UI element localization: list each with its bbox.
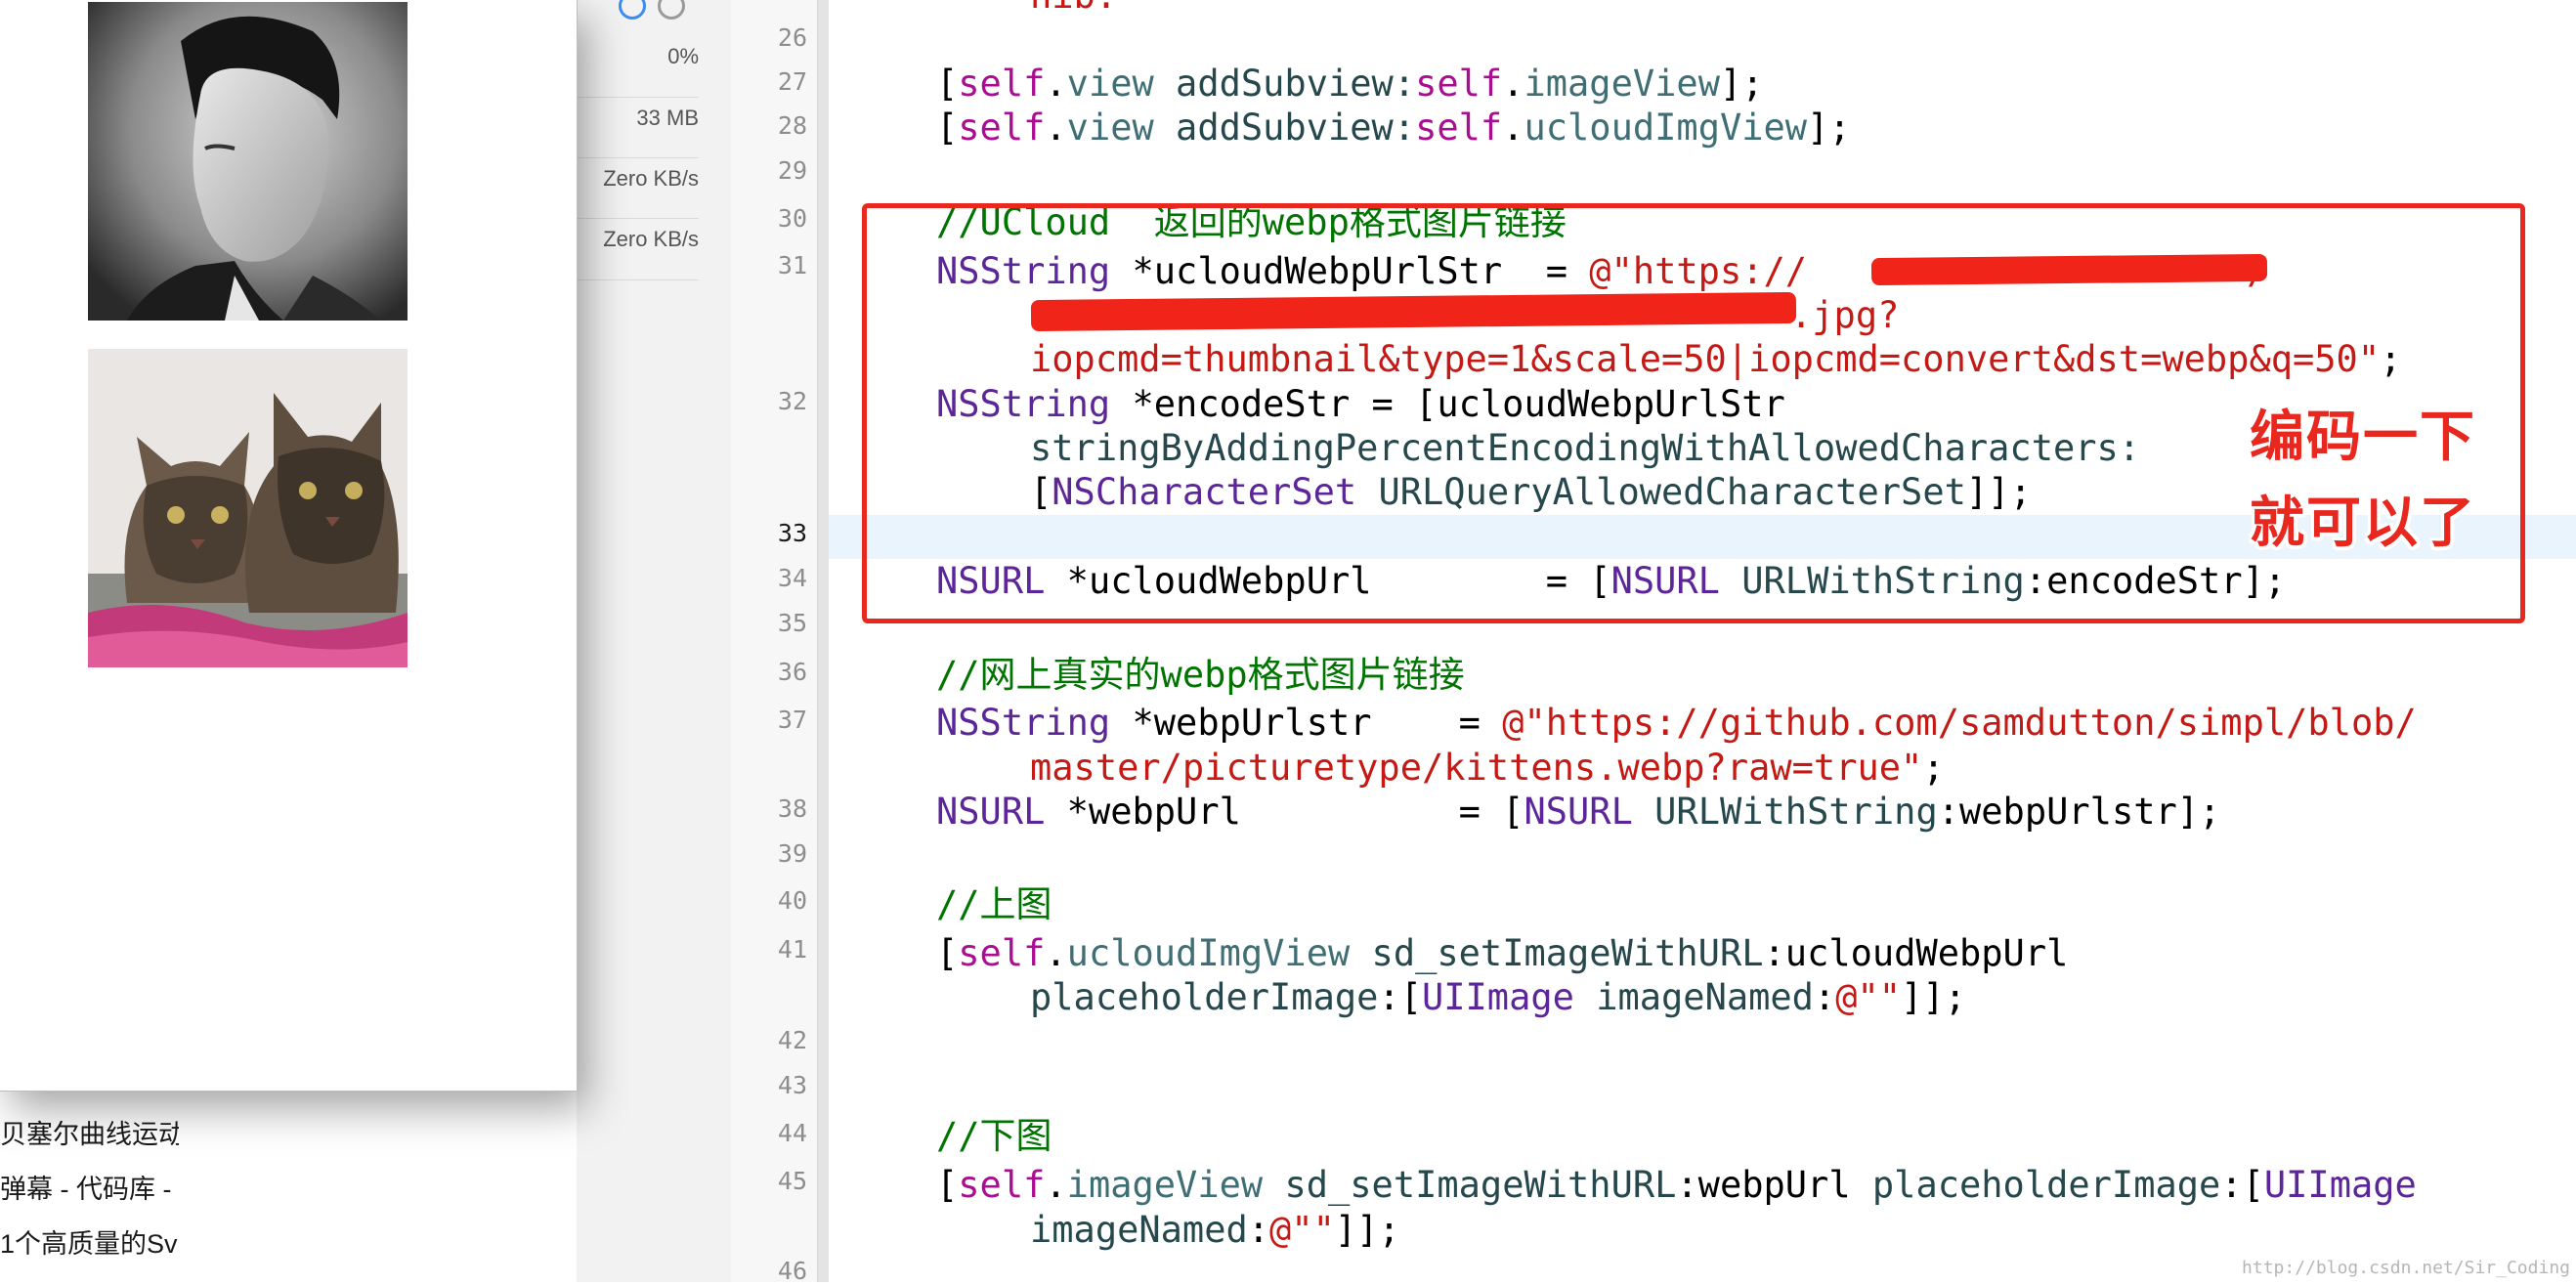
code-line-37[interactable]: NSString *webpUrlstr = @"https://github.… <box>936 702 2417 745</box>
history-item[interactable]: 1个高质量的Sv <box>0 1217 179 1271</box>
line-number: 27 <box>777 67 807 96</box>
line-number: 30 <box>777 204 807 233</box>
network-out-value[interactable]: Zero KB/s <box>577 227 699 252</box>
line-number: 43 <box>777 1071 807 1099</box>
cpu-value[interactable]: 0% <box>577 44 699 69</box>
memory-value[interactable]: 33 MB <box>577 106 699 131</box>
memory-gauge-icon[interactable] <box>658 0 685 20</box>
network-in-value[interactable]: Zero KB/s <box>577 166 699 192</box>
code-line-25[interactable]: nib. <box>1030 0 1117 18</box>
line-number: 28 <box>777 111 807 140</box>
redaction-mark <box>1870 253 2268 286</box>
line-number: 40 <box>777 886 807 915</box>
code-comment-40[interactable]: //上图 <box>936 883 1052 926</box>
code-editor[interactable]: nib. [self.view addSubview:self.imageVie… <box>829 0 2576 1282</box>
divider <box>577 157 699 158</box>
code-line-38[interactable]: NSURL *webpUrl = [NSURL URLWithString:we… <box>936 791 2220 834</box>
code-line-28[interactable]: [self.view addSubview:self.ucloudImgView… <box>936 107 1851 150</box>
code-line-27[interactable]: [self.view addSubview:self.imageView]; <box>936 63 1764 106</box>
line-number: 39 <box>777 839 807 868</box>
history-item[interactable]: 贝塞尔曲线运动 <box>0 1107 179 1162</box>
divider <box>577 218 699 219</box>
line-number: 45 <box>777 1167 807 1195</box>
line-number-gutter: 26 27 28 29 30 31 32 33 34 35 36 37 38 3… <box>731 0 817 1285</box>
line-number: 36 <box>777 658 807 686</box>
code-line-41[interactable]: [self.ucloudImgView sd_setImageWithURL:u… <box>936 932 2068 975</box>
line-number: 26 <box>777 23 807 52</box>
cpu-gauge-icon[interactable] <box>619 0 646 20</box>
divider <box>577 279 699 280</box>
simulator-window[interactable] <box>0 0 578 1092</box>
line-number: 31 <box>777 251 807 279</box>
code-line-37-wrap[interactable]: master/picturetype/kittens.webp?raw=true… <box>1030 747 1945 790</box>
code-comment-44[interactable]: //下图 <box>936 1115 1052 1158</box>
portrait-photo <box>88 2 408 321</box>
line-number: 34 <box>777 564 807 592</box>
line-number: 35 <box>777 609 807 637</box>
watermark: http://blog.csdn.net/Sir_Coding <box>2242 1258 2570 1278</box>
annotation-text: 就可以了 <box>2250 492 2476 555</box>
annotation-text: 编码一下 <box>2250 406 2476 469</box>
line-number: 42 <box>777 1026 807 1054</box>
history-item[interactable]: 弹幕 - 代码库 - <box>0 1162 179 1217</box>
debug-navigator: 0% 33 MB Zero KB/s Zero KB/s <box>577 0 732 1282</box>
line-number: 41 <box>777 935 807 964</box>
kittens-photo <box>88 349 408 667</box>
code-line-41-wrap[interactable]: placeholderImage:[UIImage imageNamed:@""… <box>1030 976 1966 1019</box>
line-number-current: 33 <box>777 519 807 547</box>
line-number: 32 <box>777 387 807 415</box>
code-line-45-wrap[interactable]: imageNamed:@""]]; <box>1030 1209 1400 1252</box>
line-number: 29 <box>777 156 807 185</box>
divider <box>577 97 699 98</box>
line-number: 37 <box>777 706 807 734</box>
code-comment-36[interactable]: //网上真实的webp格式图片链接 <box>936 654 1465 697</box>
code-line-45[interactable]: [self.imageView sd_setImageWithURL:webpU… <box>936 1164 2417 1207</box>
line-number: 38 <box>777 794 807 823</box>
line-number: 46 <box>777 1257 807 1285</box>
line-number: 44 <box>777 1119 807 1147</box>
